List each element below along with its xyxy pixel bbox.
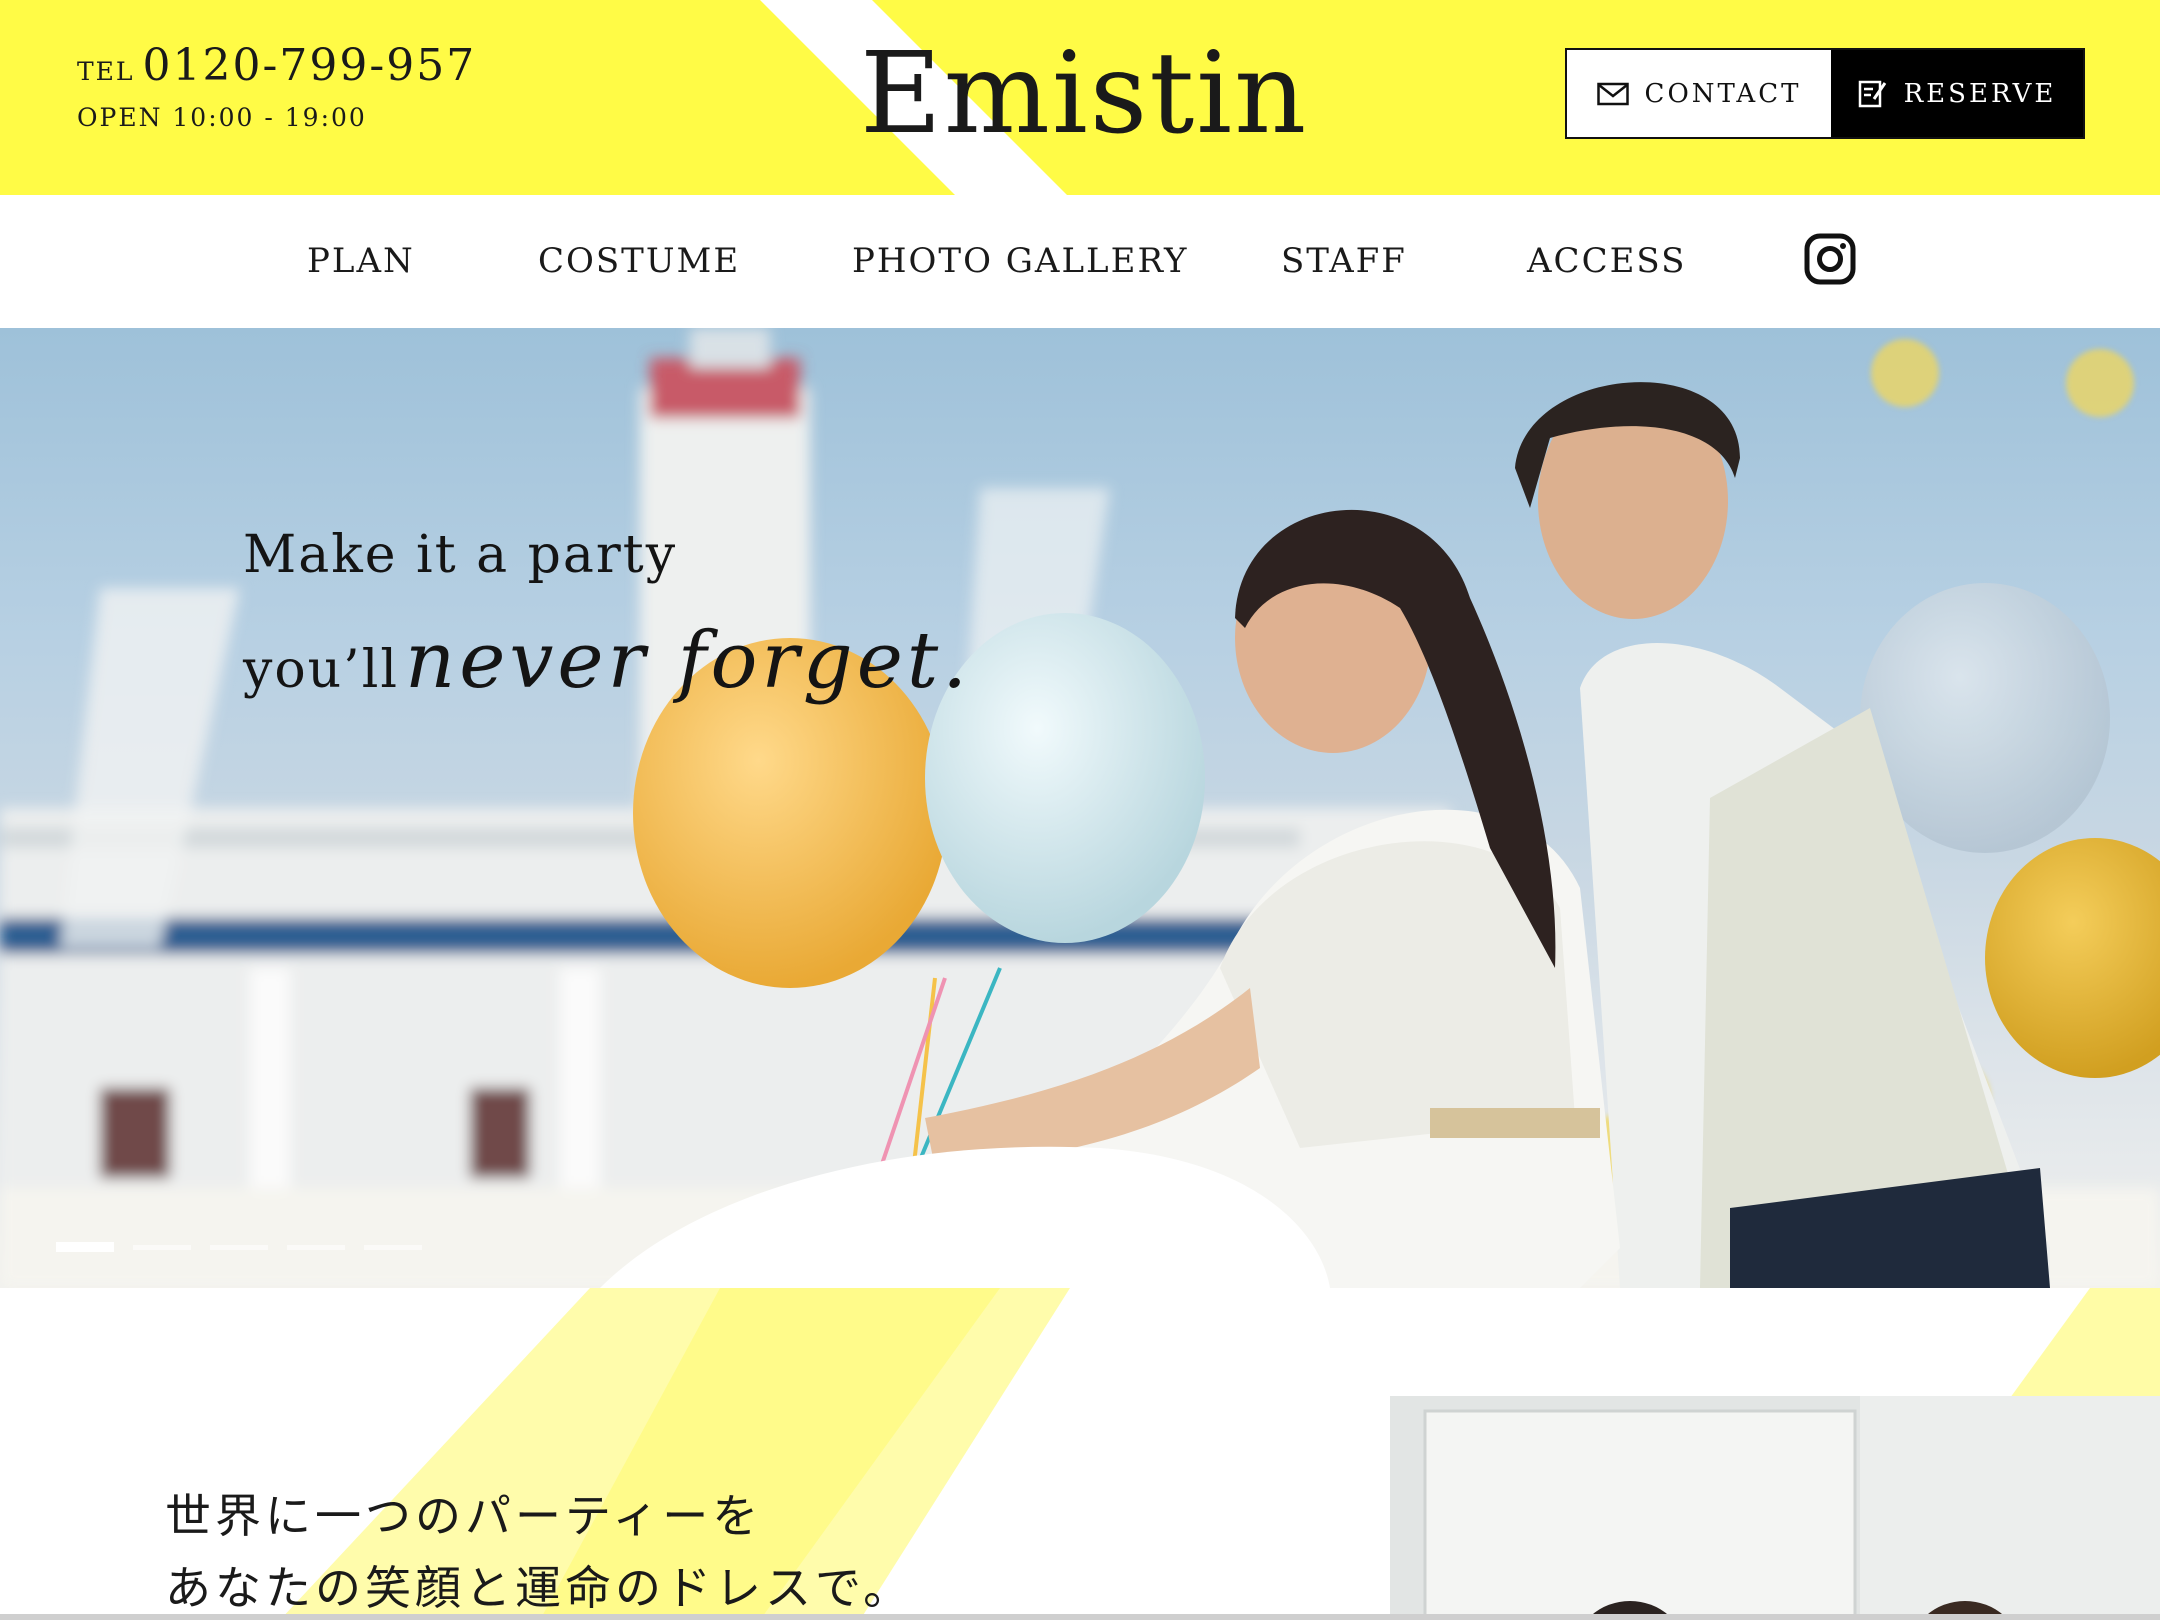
tagline-line-2-start: you’ll bbox=[243, 640, 399, 700]
intro-line-1: 世界に一つのパーティーを bbox=[165, 1489, 763, 1543]
hero-slider: Make it a party you’llnever forget. bbox=[0, 328, 2160, 1288]
hero-tagline: Make it a party you’llnever forget. bbox=[243, 520, 971, 705]
slider-dot-2[interactable] bbox=[133, 1245, 191, 1250]
header-action-buttons: CONTACT RESERVE bbox=[1565, 48, 2085, 139]
main-navigation: PLAN COSTUME PHOTO GALLERY STAFF ACCESS bbox=[0, 195, 2160, 328]
instagram-icon[interactable] bbox=[1804, 233, 1856, 289]
intro-section: 世界に一つのパーティーを あなたの笑顔と運命のドレスで。 bbox=[0, 1288, 2160, 1620]
site-logo[interactable]: Emistin bbox=[860, 34, 1306, 154]
slider-dot-4[interactable] bbox=[287, 1245, 345, 1250]
hero-photo bbox=[0, 328, 2160, 1288]
intro-heading: 世界に一つのパーティーを あなたの笑顔と運命のドレスで。 bbox=[165, 1480, 913, 1620]
tagline-line-1: Make it a party bbox=[243, 525, 678, 585]
slider-dot-1[interactable] bbox=[56, 1242, 114, 1252]
nav-item-access[interactable]: ACCESS bbox=[1527, 241, 1686, 281]
phone-number[interactable]: 0120-799-957 bbox=[143, 40, 477, 91]
contact-info: TEL 0120-799-957 OPEN 10:00 - 19:00 bbox=[77, 40, 476, 132]
slider-dot-3[interactable] bbox=[210, 1245, 268, 1250]
nav-item-plan[interactable]: PLAN bbox=[307, 241, 415, 281]
nav-item-staff[interactable]: STAFF bbox=[1281, 241, 1407, 281]
site-header: TEL 0120-799-957 OPEN 10:00 - 19:00 Emist… bbox=[0, 0, 2160, 195]
contact-button[interactable]: CONTACT bbox=[1567, 50, 1831, 137]
tagline-line-2-script: never forget. bbox=[404, 616, 972, 706]
horizontal-scrollbar[interactable] bbox=[0, 1614, 2160, 1620]
nav-item-costume[interactable]: COSTUME bbox=[538, 241, 740, 281]
nav-item-photo-gallery[interactable]: PHOTO GALLERY bbox=[852, 241, 1188, 281]
opening-hours: OPEN 10:00 - 19:00 bbox=[77, 103, 367, 132]
phone-line[interactable]: TEL 0120-799-957 bbox=[77, 40, 476, 91]
reserve-label: RESERVE bbox=[1903, 78, 2057, 109]
tagline-line-2: you’llnever forget. bbox=[243, 622, 971, 705]
reserve-button[interactable]: RESERVE bbox=[1831, 50, 2083, 137]
intro-photo bbox=[1390, 1396, 2160, 1620]
tel-prefix: TEL bbox=[77, 57, 135, 86]
form-edit-icon bbox=[1858, 79, 1888, 109]
mail-icon bbox=[1596, 82, 1629, 106]
slider-pagination bbox=[56, 1242, 422, 1252]
intro-line-2: あなたの笑顔と運命のドレスで。 bbox=[165, 1561, 914, 1615]
slider-dot-5[interactable] bbox=[364, 1245, 422, 1250]
contact-label: CONTACT bbox=[1644, 78, 1802, 109]
intro-photo-illustration bbox=[1390, 1396, 2160, 1620]
